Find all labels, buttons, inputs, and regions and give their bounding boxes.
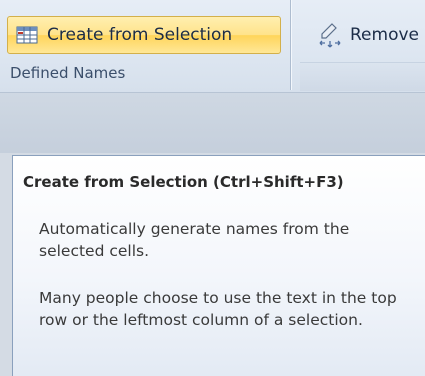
defined-names-group: Create from Selection Defined Names: [0, 0, 291, 90]
create-from-selection-icon: [15, 23, 39, 47]
group-title: Defined Names: [10, 64, 126, 82]
ribbon: Create from Selection Defined Names Remo…: [0, 0, 425, 92]
supertip: Create from Selection (Ctrl+Shift+F3) Au…: [12, 155, 425, 376]
ribbon-bottom-strip: [0, 92, 425, 153]
remove-arrows-label: Remove: [350, 25, 419, 45]
remove-group-footer: [300, 62, 425, 91]
tooltip-paragraph-1: Automatically generate names from the se…: [39, 220, 350, 260]
create-from-selection-button[interactable]: Create from Selection: [7, 16, 281, 54]
tooltip-title: Create from Selection (Ctrl+Shift+F3): [23, 173, 344, 191]
tooltip-paragraph-2: Many people choose to use the text in th…: [39, 289, 397, 329]
create-from-selection-label: Create from Selection: [47, 25, 233, 45]
remove-arrows-button[interactable]: Remove: [316, 16, 419, 54]
remove-arrows-icon: [316, 21, 344, 49]
